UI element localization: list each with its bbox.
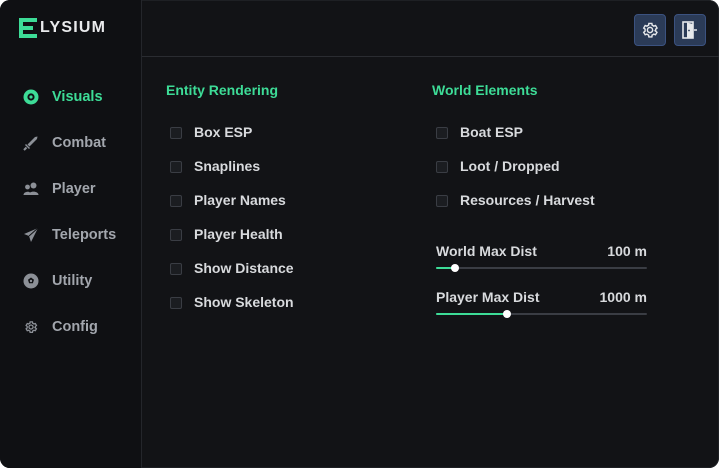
checkbox-box[interactable] xyxy=(170,195,182,207)
gear-icon xyxy=(23,319,39,335)
checkbox-label: Box ESP xyxy=(194,124,253,140)
checkbox-snaplines[interactable]: Snaplines xyxy=(170,157,310,177)
logo: LYSIUM xyxy=(19,17,106,39)
checkbox-boat-esp[interactable]: Boat ESP xyxy=(436,123,636,143)
player-max-dist-slider[interactable] xyxy=(436,310,647,318)
checkbox-label: Boat ESP xyxy=(460,124,524,140)
header-divider xyxy=(142,56,719,57)
checkbox-label: Loot / Dropped xyxy=(460,158,560,174)
checkbox-box[interactable] xyxy=(170,297,182,309)
checkbox-label: Resources / Harvest xyxy=(460,192,595,208)
sidebar-item-label: Teleports xyxy=(52,227,117,243)
checkbox-resources-harvest[interactable]: Resources / Harvest xyxy=(436,191,636,211)
sidebar-item-label: Combat xyxy=(52,135,106,151)
checkbox-show-skeleton[interactable]: Show Skeleton xyxy=(170,293,301,313)
sidebar-item-config[interactable]: Config xyxy=(0,310,141,344)
world-max-dist-label: World Max Dist xyxy=(436,243,537,259)
checkbox-loot-dropped[interactable]: Loot / Dropped xyxy=(436,157,636,177)
logo-text: LYSIUM xyxy=(40,19,107,36)
send-icon xyxy=(23,227,39,243)
sidebar-item-teleports[interactable]: Teleports xyxy=(0,218,141,252)
sidebar-item-player[interactable]: Player xyxy=(0,172,141,206)
sword-icon xyxy=(23,135,39,151)
slider-handle[interactable] xyxy=(450,264,459,272)
world-max-dist-value: 100 m xyxy=(607,243,647,259)
sidebar-item-visuals[interactable]: Visuals xyxy=(0,80,141,114)
checkbox-box[interactable] xyxy=(170,263,182,275)
world-elements-title: World Elements xyxy=(432,82,538,98)
sidebar-item-label: Player xyxy=(52,181,96,197)
ball-icon xyxy=(23,273,39,289)
logo-e-icon xyxy=(19,18,37,38)
checkbox-box[interactable] xyxy=(436,161,448,173)
app-window: LYSIUM Visuals Combat Player Teleports U… xyxy=(0,0,719,468)
checkbox-label: Show Distance xyxy=(194,260,294,276)
player-max-dist-label: Player Max Dist xyxy=(436,289,540,305)
checkbox-box-esp[interactable]: Box ESP xyxy=(170,123,310,143)
checkbox-label: Player Names xyxy=(194,192,286,208)
checkbox-box[interactable] xyxy=(170,229,182,241)
settings-button[interactable] xyxy=(634,14,666,46)
exit-door-icon xyxy=(682,21,698,39)
checkbox-label: Show Skeleton xyxy=(194,294,294,310)
checkbox-label: Snaplines xyxy=(194,158,261,174)
sidebar: LYSIUM Visuals Combat Player Teleports U… xyxy=(0,0,142,468)
checkbox-box[interactable] xyxy=(170,127,182,139)
slider-handle[interactable] xyxy=(503,310,512,318)
sidebar-item-label: Visuals xyxy=(52,89,103,105)
entity-rendering-title: Entity Rendering xyxy=(166,82,279,98)
sidebar-item-label: Utility xyxy=(52,273,93,289)
sidebar-item-combat[interactable]: Combat xyxy=(0,126,141,160)
sidebar-item-utility[interactable]: Utility xyxy=(0,264,141,298)
checkbox-box[interactable] xyxy=(436,195,448,207)
gear-icon xyxy=(641,21,659,39)
slider-fill xyxy=(436,313,508,315)
users-icon xyxy=(23,181,39,197)
checkbox-box[interactable] xyxy=(436,127,448,139)
eye-icon xyxy=(23,89,39,105)
exit-button[interactable] xyxy=(674,14,706,46)
world-max-dist-slider[interactable] xyxy=(436,264,647,272)
checkbox-box[interactable] xyxy=(170,161,182,173)
player-max-dist-value: 1000 m xyxy=(599,289,647,305)
checkbox-show-distance[interactable]: Show Distance xyxy=(170,259,300,279)
checkbox-player-names[interactable]: Player Names xyxy=(170,191,310,211)
checkbox-label: Player Health xyxy=(194,226,283,242)
sidebar-item-label: Config xyxy=(52,319,98,335)
checkbox-player-health[interactable]: Player Health xyxy=(170,225,310,245)
